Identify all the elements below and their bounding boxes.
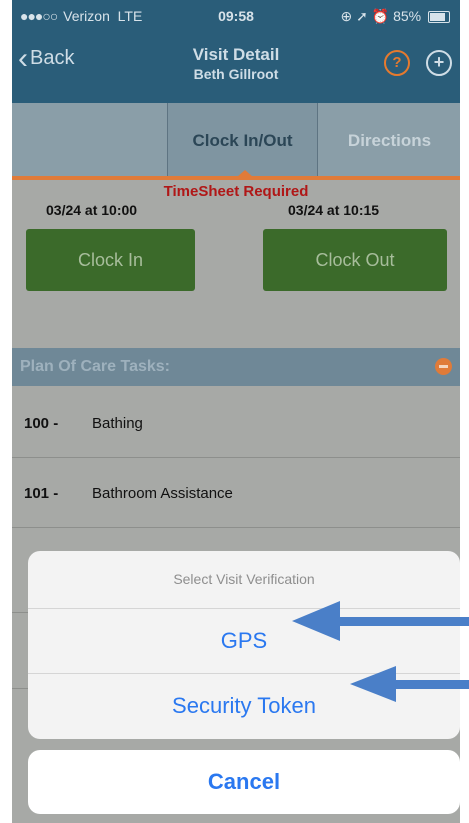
arrow-left-icon (292, 601, 469, 641)
annotation-arrows (292, 601, 469, 702)
arrow-left-icon (350, 666, 469, 702)
